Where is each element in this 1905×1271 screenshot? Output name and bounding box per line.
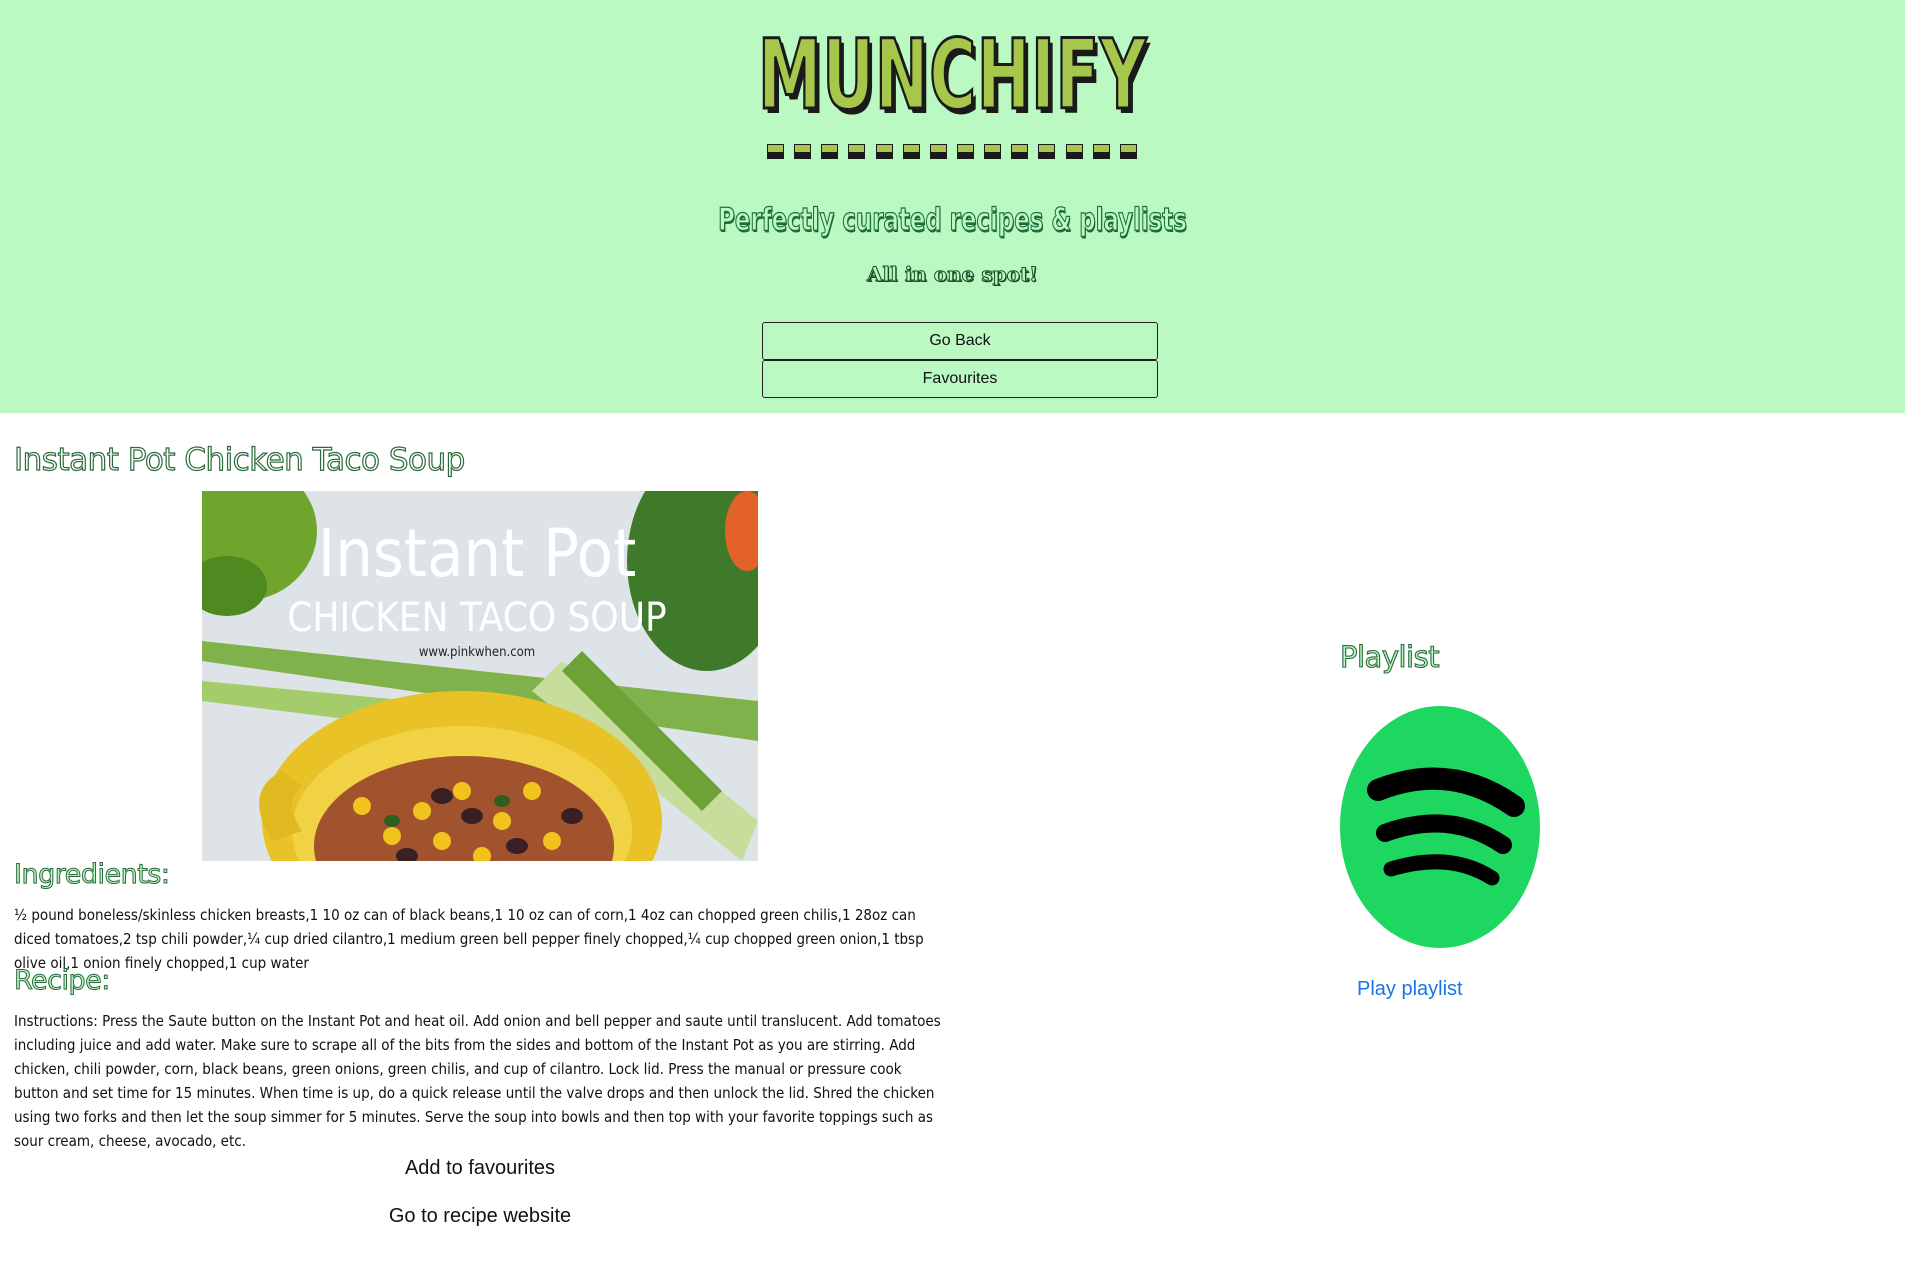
recipe-title: Instant Pot Chicken Taco Soup xyxy=(13,441,466,478)
recipe-image-headline: Instant Pot xyxy=(318,515,637,592)
site-tagline: Perfectly curated recipes & playlists xyxy=(718,201,1188,238)
recipe-image: Instant Pot CHICKEN TACO SOUP www.pinkwh… xyxy=(202,491,758,861)
ingredients-text: ½ pound boneless/skinless chicken breast… xyxy=(14,906,924,972)
add-to-favourites-button[interactable]: Add to favourites xyxy=(300,1157,660,1180)
site-logo: MUNCHIFY xyxy=(757,19,1148,132)
site-sub-tagline: All in one spot! xyxy=(867,262,1039,287)
play-playlist-link[interactable]: Play playlist xyxy=(1357,978,1463,1001)
recipe-image-subheadline: CHICKEN TACO SOUP xyxy=(287,595,667,641)
go-back-button[interactable]: Go Back xyxy=(762,322,1158,360)
favourites-button[interactable]: Favourites xyxy=(762,360,1158,398)
site-header: MUNCHIFY Perfectly curated recipes & pla… xyxy=(0,0,1905,413)
spotify-icon[interactable] xyxy=(1340,706,1540,948)
ingredients-heading: Ingredients: xyxy=(13,859,170,891)
recipe-image-credit: www.pinkwhen.com xyxy=(419,645,535,660)
recipe-website-link[interactable]: Go to recipe website xyxy=(300,1205,660,1228)
logo-underline-decoration xyxy=(767,144,1137,160)
playlist-heading: Playlist xyxy=(1339,639,1440,674)
recipe-heading: Recipe: xyxy=(14,965,111,997)
instructions-text: Instructions: Press the Saute button on … xyxy=(14,1012,941,1150)
